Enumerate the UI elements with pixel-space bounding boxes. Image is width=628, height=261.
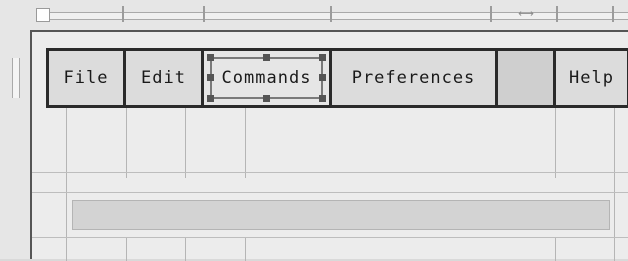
vertical-ruler[interactable] [0, 30, 31, 259]
grid-guide [32, 192, 628, 193]
menu-help-label: Help [569, 68, 614, 88]
resize-handle[interactable] [207, 74, 214, 81]
ruler-marker[interactable] [556, 6, 558, 22]
grid-guide [66, 108, 67, 261]
ruler-marker[interactable] [330, 6, 332, 22]
resize-handle[interactable] [207, 95, 214, 102]
ruler-marker[interactable] [203, 6, 205, 22]
grid-guide [185, 237, 186, 261]
grid-guide [126, 237, 127, 261]
menu-edit[interactable]: Edit [126, 51, 204, 105]
grid-guide [32, 237, 628, 238]
double-arrow-icon[interactable]: ⟷ [496, 6, 556, 22]
resize-handle[interactable] [319, 74, 326, 81]
grid-guide [126, 108, 127, 178]
menu-commands-label: Commands [221, 68, 312, 88]
ruler-corner-box[interactable] [36, 8, 50, 22]
horizontal-ruler[interactable]: ⟷ [0, 0, 628, 31]
grid-guide [614, 108, 615, 261]
grid-guide [555, 108, 556, 178]
grid-guide [245, 108, 246, 178]
grid-guide [32, 172, 628, 173]
resize-handle[interactable] [207, 54, 214, 61]
menu-commands[interactable]: Commands [204, 51, 332, 105]
ruler-marker[interactable] [490, 6, 492, 22]
resize-handle[interactable] [319, 95, 326, 102]
menu-preferences-label: Preferences [351, 68, 476, 88]
ruler-marker[interactable] [612, 6, 614, 22]
ruler-marker[interactable] [122, 6, 124, 22]
grid-guide [245, 237, 246, 261]
resize-handle[interactable] [263, 54, 270, 61]
menubar: File Edit Commands Preferences Help [46, 48, 628, 108]
resize-handle[interactable] [263, 95, 270, 102]
design-canvas[interactable]: File Edit Commands Preferences Help [30, 30, 628, 261]
menu-help[interactable]: Help [556, 51, 627, 105]
vertical-ruler-track [12, 58, 20, 98]
grid-guide [555, 237, 556, 261]
menu-edit-label: Edit [141, 68, 186, 88]
menu-preferences[interactable]: Preferences [332, 51, 498, 105]
menu-file-label: File [63, 68, 109, 88]
placeholder-panel[interactable] [72, 200, 610, 230]
grid-guide [185, 108, 186, 178]
menu-spacer [498, 51, 556, 105]
menu-file[interactable]: File [49, 51, 126, 105]
resize-handle[interactable] [319, 54, 326, 61]
